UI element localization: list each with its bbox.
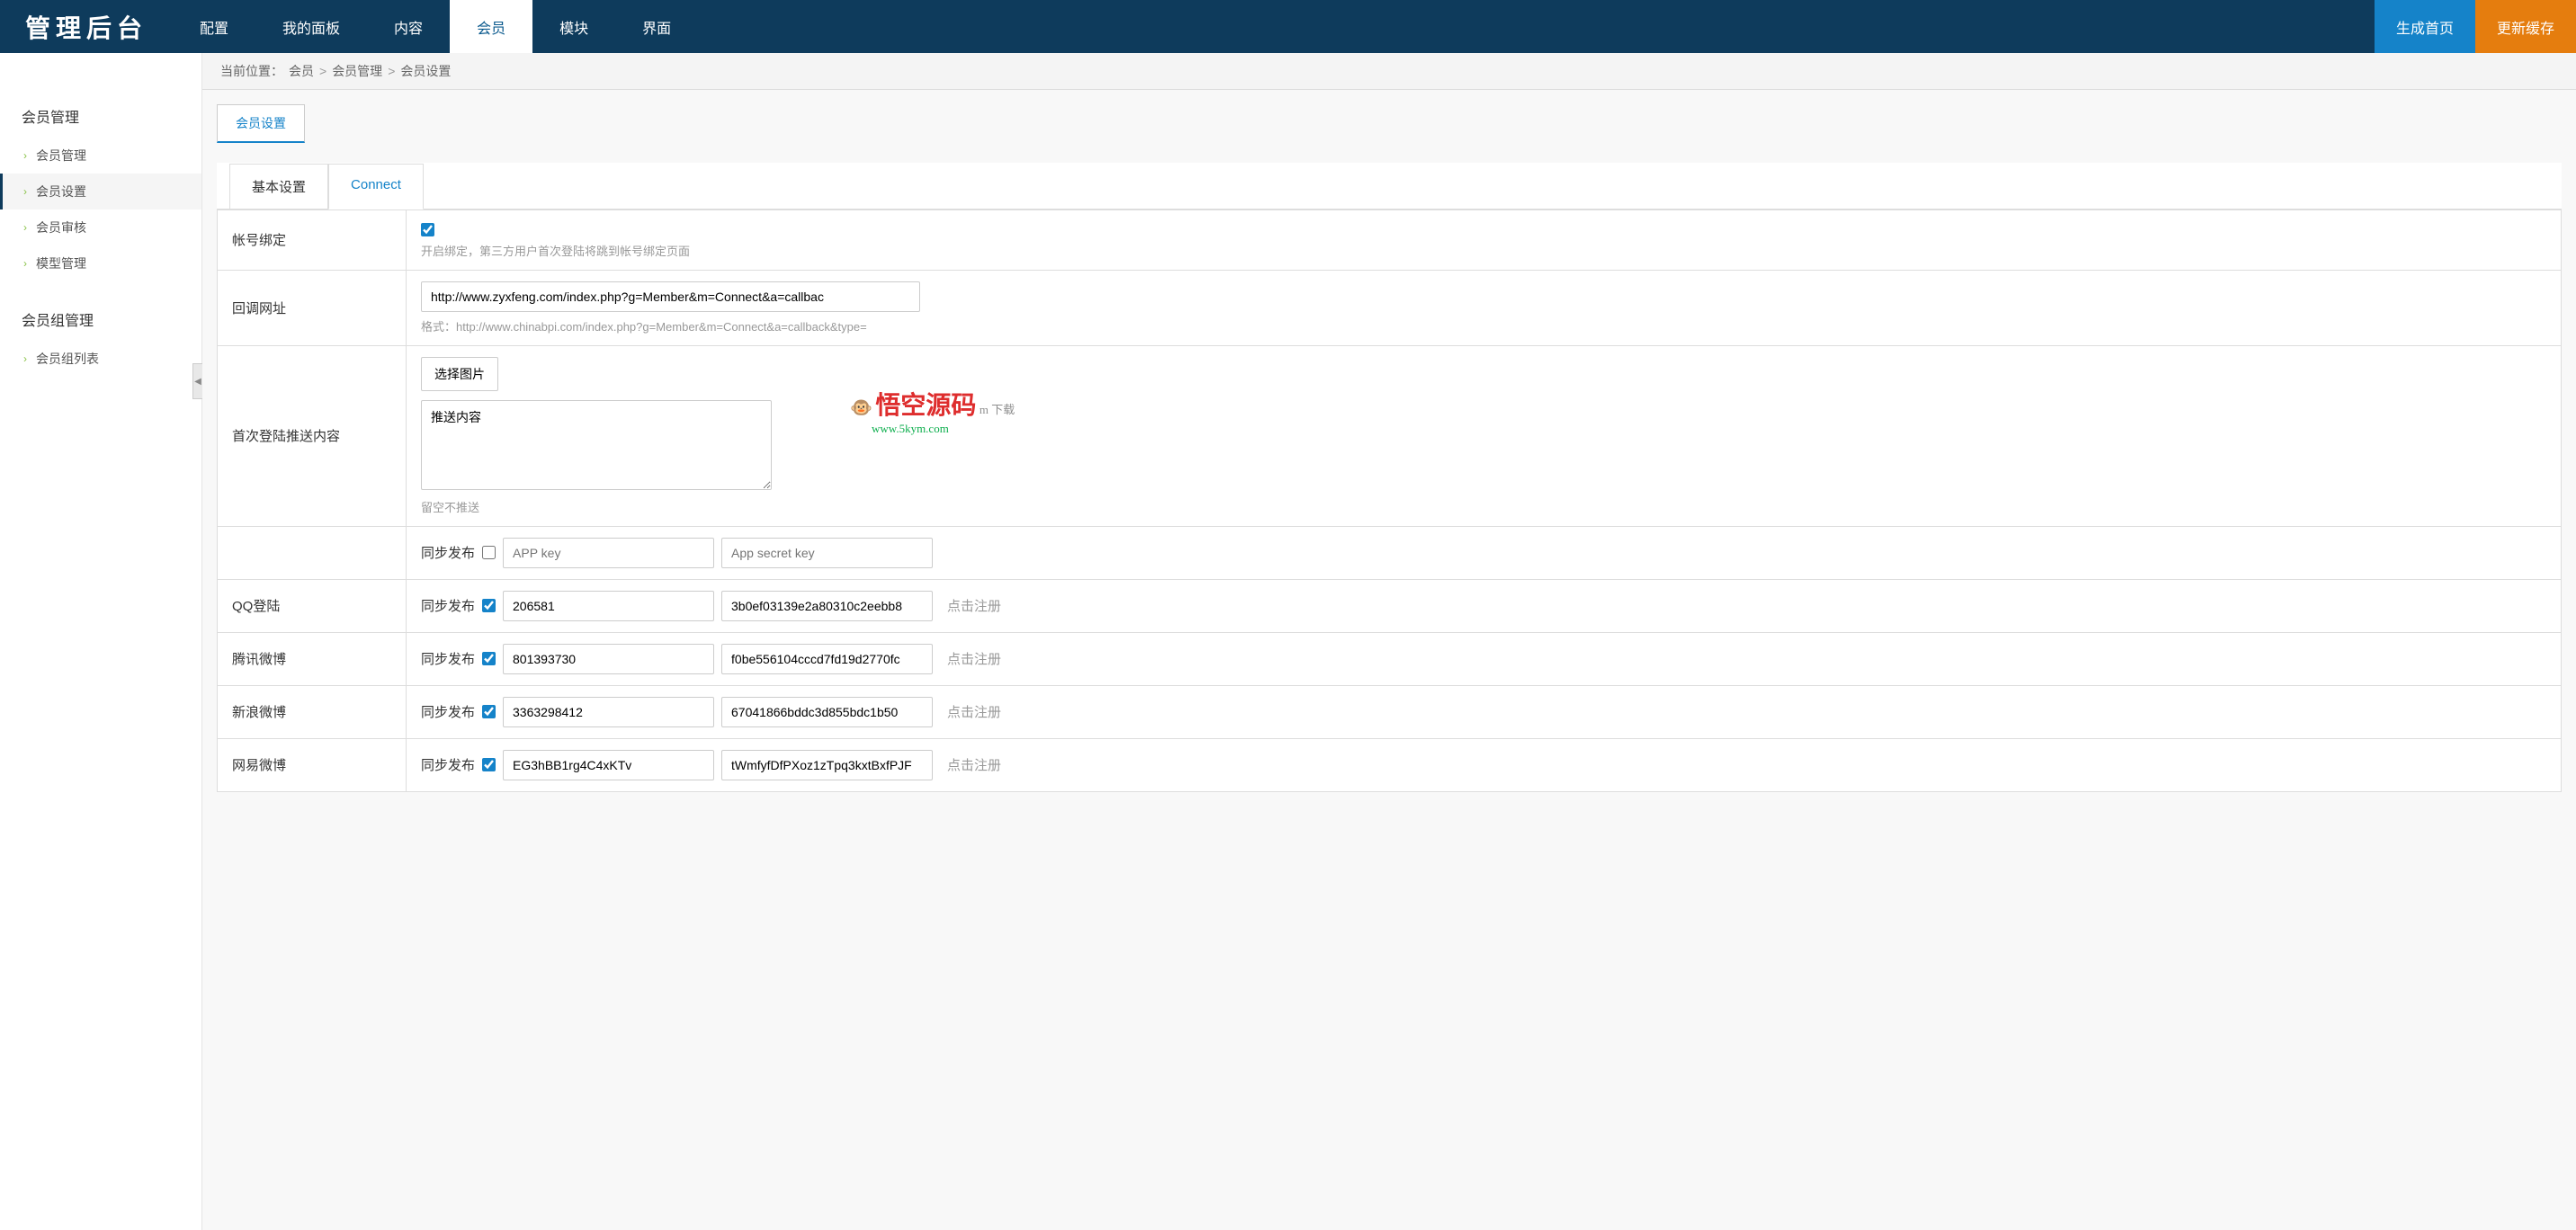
breadcrumb-item: 会员设置 <box>400 62 451 80</box>
sidebar-section-group: 会员组管理 <box>0 298 201 341</box>
nav-item-interface[interactable]: 界面 <box>615 0 698 53</box>
top-nav: 管理后台 配置 我的面板 内容 会员 模块 界面 生成首页 更新缓存 <box>0 0 2576 53</box>
tab-connect[interactable]: Connect <box>328 164 424 209</box>
link-register-tencent-weibo[interactable]: 点击注册 <box>947 649 1001 668</box>
tab-basic-settings[interactable]: 基本设置 <box>229 164 328 209</box>
main-content: 当前位置： 会员 > 会员管理 > 会员设置 会员设置 基本设置 Connect… <box>202 53 2576 1230</box>
row-label-account-binding: 帐号绑定 <box>218 210 407 271</box>
checkbox-sync-qq[interactable] <box>482 599 496 612</box>
input-callback-url[interactable] <box>421 281 920 312</box>
sidebar-item-model-manage[interactable]: › 模型管理 <box>0 245 201 281</box>
sidebar-item-label: 会员管理 <box>36 147 86 165</box>
hint-callback: 格式：http://www.chinabpi.com/index.php?g=M… <box>421 317 2546 334</box>
page-tab-member-settings[interactable]: 会员设置 <box>217 104 305 143</box>
input-app-secret-sina-weibo[interactable] <box>721 697 933 727</box>
btn-update-cache[interactable]: 更新缓存 <box>2475 0 2576 53</box>
nav-item-mypanel[interactable]: 我的面板 <box>255 0 367 53</box>
inner-tabs: 基本设置 Connect <box>217 163 2562 209</box>
row-label-tencent-weibo: 腾讯微博 <box>218 632 407 685</box>
sidebar-item-member-audit[interactable]: › 会员审核 <box>0 209 201 245</box>
checkbox-sync-netease-weibo[interactable] <box>482 758 496 771</box>
breadcrumb-sep: > <box>319 64 326 78</box>
row-label-callback: 回调网址 <box>218 270 407 345</box>
nav-right: 生成首页 更新缓存 <box>2375 0 2576 53</box>
input-app-key-qq[interactable] <box>503 591 714 621</box>
breadcrumb-item[interactable]: 会员管理 <box>332 62 382 80</box>
breadcrumb-prefix: 当前位置： <box>220 62 283 80</box>
hint-first-push: 留空不推送 <box>421 498 2546 515</box>
hint-account-binding: 开启绑定，第三方用户首次登陆将跳到帐号绑定页面 <box>421 242 2546 259</box>
nav-items: 配置 我的面板 内容 会员 模块 界面 <box>173 0 698 53</box>
link-register-qq[interactable]: 点击注册 <box>947 596 1001 615</box>
checkbox-sync-tencent-weibo[interactable] <box>482 652 496 665</box>
row-label-first-push: 首次登陆推送内容 <box>218 345 407 526</box>
sync-label: 同步发布 <box>421 755 475 774</box>
input-app-secret-qq[interactable] <box>721 591 933 621</box>
logo: 管理后台 <box>0 0 173 53</box>
sync-label: 同步发布 <box>421 702 475 721</box>
breadcrumb: 当前位置： 会员 > 会员管理 > 会员设置 <box>202 53 2576 90</box>
chevron-right-icon: › <box>23 221 27 234</box>
sidebar-item-group-list[interactable]: › 会员组列表 <box>0 341 201 377</box>
sidebar-item-member-settings[interactable]: › 会员设置 <box>0 174 201 209</box>
sidebar-item-label: 会员审核 <box>36 218 86 236</box>
sync-label: 同步发布 <box>421 543 475 562</box>
sidebar-item-label: 会员组列表 <box>36 350 99 368</box>
sidebar-item-label: 模型管理 <box>36 254 86 272</box>
nav-item-config[interactable]: 配置 <box>173 0 255 53</box>
chevron-right-icon: › <box>23 257 27 270</box>
nav-item-member[interactable]: 会员 <box>450 0 532 53</box>
chevron-right-icon: › <box>23 185 27 198</box>
checkbox-account-binding[interactable] <box>421 223 434 236</box>
nav-item-module[interactable]: 模块 <box>532 0 615 53</box>
link-register-netease-weibo[interactable]: 点击注册 <box>947 755 1001 774</box>
row-label-sina-weibo: 新浪微博 <box>218 685 407 738</box>
checkbox-sync-generic[interactable] <box>482 546 496 559</box>
input-app-secret-tencent-weibo[interactable] <box>721 644 933 674</box>
page-tabs: 会员设置 <box>202 90 2576 143</box>
btn-generate-home[interactable]: 生成首页 <box>2375 0 2475 53</box>
sidebar: 会员管理 › 会员管理 › 会员设置 › 会员审核 › 模型管理 会员组管理 ›… <box>0 53 202 1230</box>
sidebar-section-member: 会员管理 <box>0 94 201 138</box>
chevron-right-icon: › <box>23 352 27 365</box>
chevron-right-icon: › <box>23 149 27 162</box>
row-label-sync-generic <box>218 526 407 579</box>
input-app-secret-netease-weibo[interactable] <box>721 750 933 780</box>
nav-item-content[interactable]: 内容 <box>367 0 450 53</box>
link-register-sina-weibo[interactable]: 点击注册 <box>947 702 1001 721</box>
sidebar-item-member-manage[interactable]: › 会员管理 <box>0 138 201 174</box>
row-label-netease-weibo: 网易微博 <box>218 738 407 791</box>
sync-label: 同步发布 <box>421 596 475 615</box>
input-app-secret-generic[interactable] <box>721 538 933 568</box>
textarea-push-content[interactable]: 推送内容 <box>421 400 772 490</box>
input-app-key-tencent-weibo[interactable] <box>503 644 714 674</box>
btn-select-image[interactable]: 选择图片 <box>421 357 498 391</box>
input-app-key-netease-weibo[interactable] <box>503 750 714 780</box>
breadcrumb-sep: > <box>388 64 395 78</box>
breadcrumb-item[interactable]: 会员 <box>289 62 314 80</box>
row-label-qq: QQ登陆 <box>218 579 407 632</box>
input-app-key-sina-weibo[interactable] <box>503 697 714 727</box>
sync-label: 同步发布 <box>421 649 475 668</box>
settings-table: 帐号绑定 开启绑定，第三方用户首次登陆将跳到帐号绑定页面 回调网址 格式：htt… <box>217 209 2562 792</box>
content-area: 基本设置 Connect 帐号绑定 开启绑定，第三方用户首次登陆将跳到帐号绑定页… <box>217 163 2562 792</box>
input-app-key-generic[interactable] <box>503 538 714 568</box>
sidebar-item-label: 会员设置 <box>36 183 86 201</box>
checkbox-sync-sina-weibo[interactable] <box>482 705 496 718</box>
